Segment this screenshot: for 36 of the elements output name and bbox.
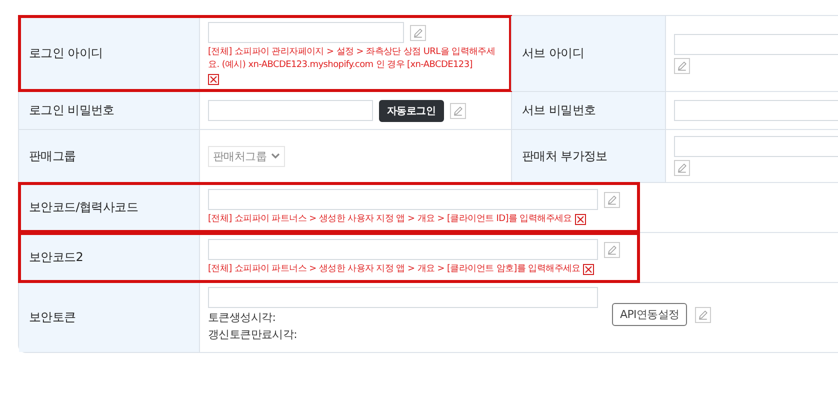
- hint-text: [전체] 쇼피파이 관리자페이지 > 설정 > 좌측상단 상점 URL을 입력해주세요. (예시) xn-ABCDE123.myshopify.com 인 경우 [xn-ABCDE123]: [208, 46, 496, 72]
- close-icon[interactable]: [574, 214, 586, 226]
- text-input[interactable]: [674, 34, 838, 55]
- hint-text: [전체] 쇼피파이 파트너스 > 생성한 사용자 지정 앱 > 개요 > [클라이언트 암호]를 입력해주세요: [208, 263, 580, 276]
- edit-icon[interactable]: [695, 306, 712, 323]
- field-label: 서브 아이디: [511, 16, 666, 92]
- close-icon[interactable]: [583, 264, 594, 276]
- edit-icon[interactable]: [410, 24, 426, 40]
- edit-icon[interactable]: [450, 102, 466, 119]
- text-input[interactable]: [674, 136, 838, 158]
- info-text: 갱신토큰만료시각:: [208, 327, 298, 342]
- edit-icon[interactable]: [604, 242, 620, 258]
- action-button[interactable]: API연동설정: [612, 303, 688, 326]
- text-input[interactable]: [208, 100, 373, 122]
- edit-icon[interactable]: [604, 192, 620, 208]
- field-label: 보안코드2: [19, 233, 200, 282]
- action-button[interactable]: 자동로그인: [379, 100, 444, 122]
- field-label: 보안코드/협력사코드: [19, 183, 200, 232]
- field-label: 로그인 비밀번호: [19, 92, 200, 130]
- text-input[interactable]: [208, 239, 598, 260]
- group-select[interactable]: 판매처그룹: [208, 146, 285, 167]
- field-label: 판매처 부가정보: [511, 130, 666, 182]
- edit-icon[interactable]: [674, 58, 690, 74]
- close-icon[interactable]: [208, 74, 219, 86]
- info-text: 토큰생성시각:: [208, 310, 277, 326]
- text-input[interactable]: [208, 189, 598, 210]
- caret-icon: [270, 153, 280, 160]
- edit-icon[interactable]: [674, 160, 690, 176]
- hint-text: [전체] 쇼피파이 파트너스 > 생성한 사용자 지정 앱 > 개요 > [클라이언트 ID]를 입력해주세요: [208, 213, 572, 226]
- field-label: 서브 비밀번호: [511, 92, 666, 130]
- field-label: 로그인 아이디: [19, 16, 200, 92]
- text-input[interactable]: [674, 100, 838, 122]
- field-label: 보안토큰: [19, 283, 200, 352]
- text-input[interactable]: [208, 287, 598, 308]
- field-label: 판매그룹: [19, 130, 200, 182]
- text-input[interactable]: [208, 22, 404, 43]
